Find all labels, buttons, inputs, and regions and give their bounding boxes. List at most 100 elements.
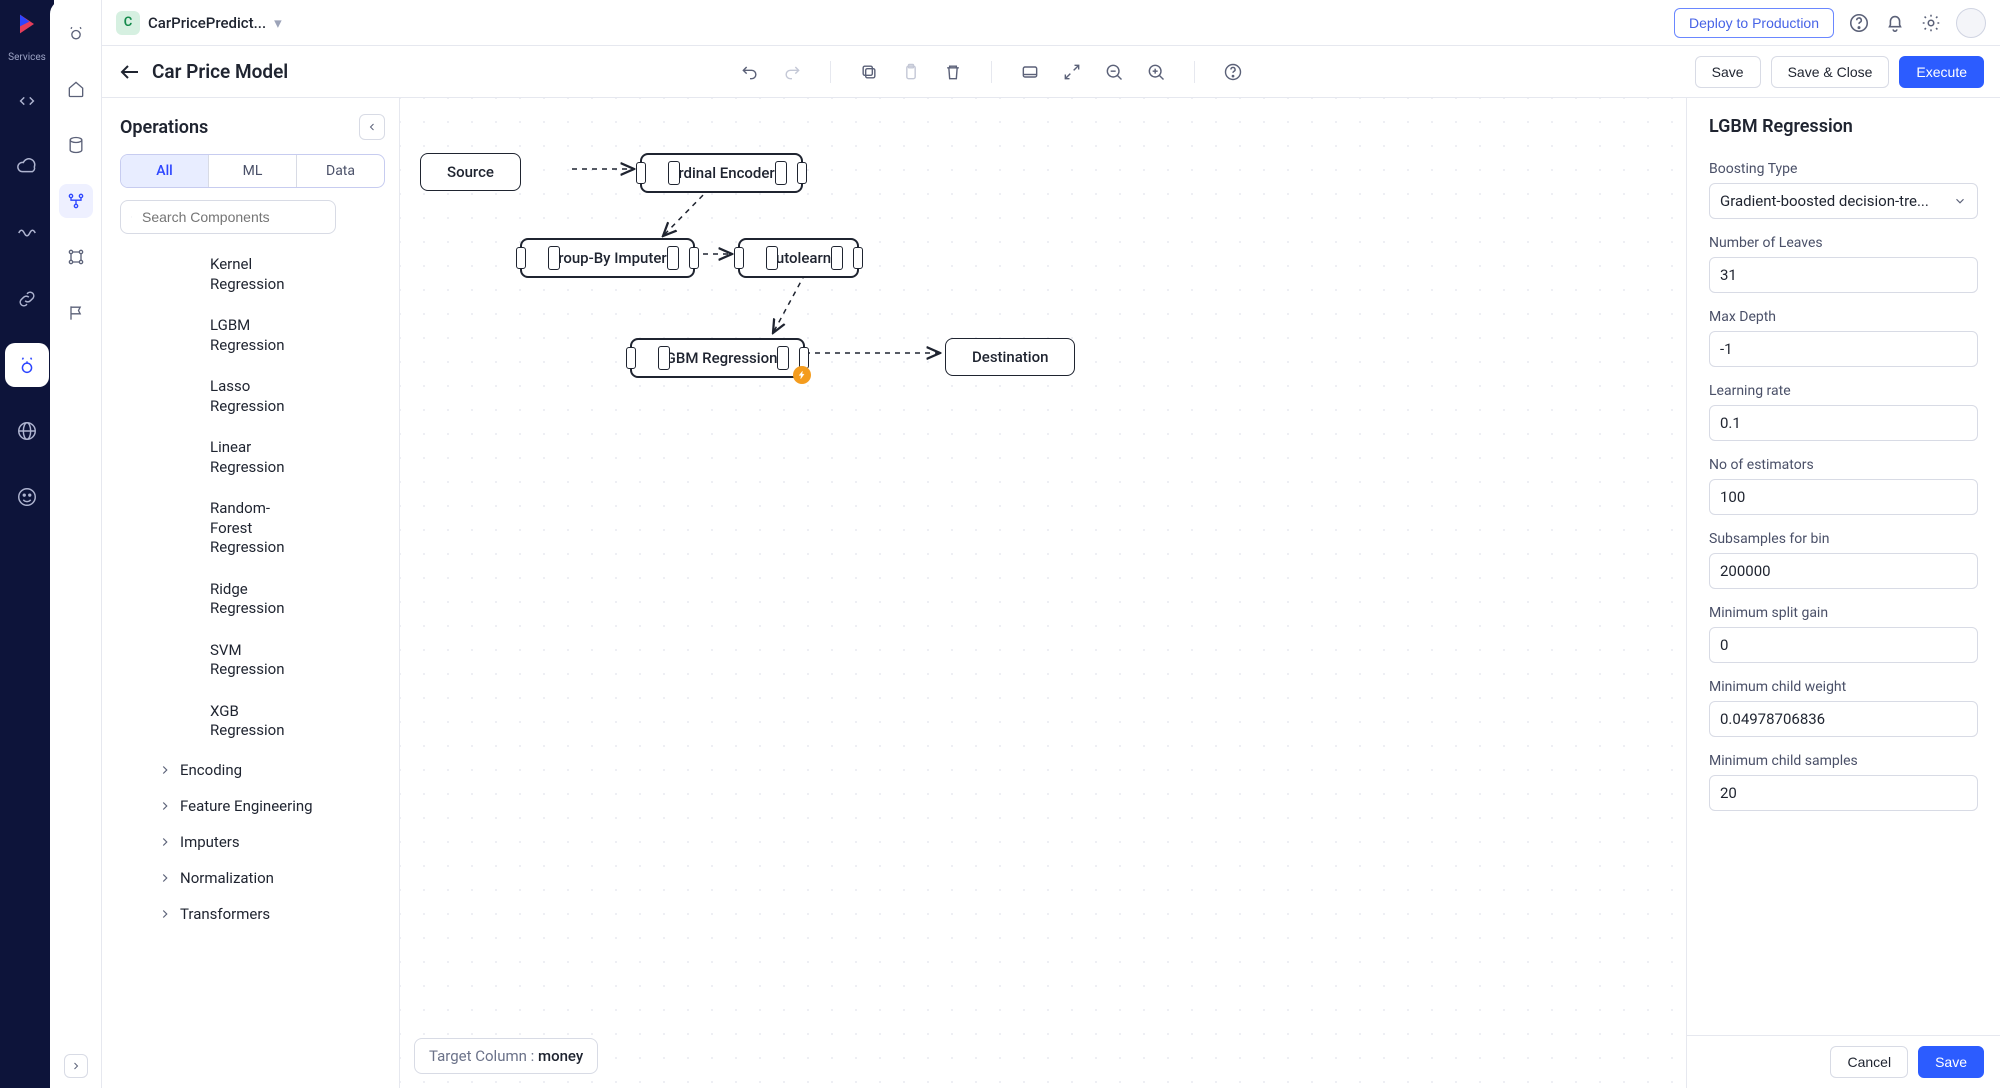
strip-item-flow[interactable]	[59, 184, 93, 218]
n-estimators-input[interactable]	[1709, 479, 1978, 515]
save-close-button[interactable]: Save & Close	[1771, 56, 1890, 88]
project-name: CarPricePredict...	[148, 14, 266, 32]
content-row: Operations All ML Data Kernel Regression…	[102, 98, 2000, 1088]
nav-rail: Services	[0, 0, 54, 1088]
min-split-gain-input[interactable]	[1709, 627, 1978, 663]
tab-all[interactable]: All	[121, 155, 208, 187]
ops-scroll[interactable]: Kernel Regression LGBM Regression Lasso …	[120, 244, 385, 1078]
rail-item-wave[interactable]	[5, 211, 49, 255]
settings-icon[interactable]	[1920, 12, 1942, 34]
rail-item-link[interactable]	[5, 277, 49, 321]
avatar[interactable]	[1956, 8, 1986, 38]
deploy-button[interactable]: Deploy to Production	[1674, 8, 1834, 38]
ops-segmented-tabs: All ML Data	[120, 154, 385, 188]
node-autolearn[interactable]: Autolearn	[738, 238, 859, 278]
strip-item-flag[interactable]	[59, 296, 93, 330]
trash-icon[interactable]	[943, 62, 963, 82]
strip-item-sparkle[interactable]	[59, 16, 93, 50]
zoom-out-icon[interactable]	[1104, 62, 1124, 82]
flow-canvas[interactable]: Source Ordinal Encoder Group-By Imputer …	[400, 98, 1686, 1088]
rail-item-cloud[interactable]	[5, 145, 49, 189]
learning-rate-input[interactable]	[1709, 405, 1978, 441]
node-groupby-imputer[interactable]: Group-By Imputer	[520, 238, 695, 278]
field-label: Number of Leaves	[1709, 235, 1978, 251]
field-label: Minimum child samples	[1709, 753, 1978, 769]
search-components[interactable]	[120, 200, 336, 234]
op-item[interactable]: LGBM Regression	[120, 305, 300, 366]
op-item[interactable]: Linear Regression	[120, 427, 300, 488]
app-logo[interactable]	[13, 10, 41, 38]
fit-icon[interactable]	[1020, 62, 1040, 82]
services-label: Services	[8, 52, 46, 63]
rail-item-code[interactable]	[5, 79, 49, 123]
boosting-type-select[interactable]: Gradient-boosted decision-tre...	[1709, 183, 1978, 219]
main-column: C CarPricePredict... ▾ Deploy to Product…	[102, 0, 2000, 1088]
properties-save-button[interactable]: Save	[1918, 1046, 1984, 1078]
op-item[interactable]: Ridge Regression	[120, 569, 300, 630]
op-item[interactable]: Random-Forest Regression	[120, 488, 300, 569]
target-column-chip: Target Column : money	[414, 1038, 598, 1074]
search-input[interactable]	[140, 208, 325, 226]
help-circle-icon[interactable]	[1223, 62, 1243, 82]
properties-cancel-button[interactable]: Cancel	[1830, 1046, 1908, 1078]
op-item[interactable]: SVM Regression	[120, 630, 300, 691]
chevron-right-icon	[158, 799, 172, 813]
op-item[interactable]: Lasso Regression	[120, 366, 300, 427]
execute-button[interactable]: Execute	[1899, 56, 1984, 88]
expand-strip-button[interactable]	[64, 1054, 88, 1078]
zoom-in-icon[interactable]	[1146, 62, 1166, 82]
rail-item-smile[interactable]	[5, 475, 49, 519]
tab-ml[interactable]: ML	[208, 155, 296, 187]
operations-panel: Operations All ML Data Kernel Regression…	[102, 98, 400, 1088]
topbar: C CarPricePredict... ▾ Deploy to Product…	[102, 0, 2000, 46]
tree-group[interactable]: Feature Engineering	[120, 788, 381, 824]
field-label: No of estimators	[1709, 457, 1978, 473]
min-child-samples-input[interactable]	[1709, 775, 1978, 811]
tab-data[interactable]: Data	[296, 155, 384, 187]
tree-group[interactable]: Normalization	[120, 860, 381, 896]
node-ordinal-encoder[interactable]: Ordinal Encoder	[640, 153, 803, 193]
save-button[interactable]: Save	[1695, 56, 1761, 88]
strip-item-home[interactable]	[59, 72, 93, 106]
field-label: Max Depth	[1709, 309, 1978, 325]
field-label: Minimum split gain	[1709, 605, 1978, 621]
op-item[interactable]: Kernel Regression	[120, 244, 300, 305]
rail-item-ml[interactable]	[5, 343, 49, 387]
field-label: Minimum child weight	[1709, 679, 1978, 695]
expand-icon[interactable]	[1062, 62, 1082, 82]
chevron-right-icon	[158, 763, 172, 777]
project-chip[interactable]: C CarPricePredict... ▾	[116, 11, 282, 35]
field-label: Subsamples for bin	[1709, 531, 1978, 547]
collapse-ops-button[interactable]	[359, 114, 385, 140]
op-item[interactable]: XGB Regression	[120, 691, 300, 752]
rail-item-globe[interactable]	[5, 409, 49, 453]
operations-title: Operations	[120, 117, 208, 138]
num-leaves-input[interactable]	[1709, 257, 1978, 293]
tree-group[interactable]: Imputers	[120, 824, 381, 860]
strip-item-nodes[interactable]	[59, 240, 93, 274]
lightning-badge-icon	[793, 366, 811, 384]
undo-icon[interactable]	[740, 62, 760, 82]
caret-down-icon: ▾	[274, 14, 282, 32]
tree-group[interactable]: Transformers	[120, 896, 381, 932]
chevron-right-icon	[158, 871, 172, 885]
clipboard-icon[interactable]	[901, 62, 921, 82]
properties-panel: LGBM Regression Boosting Type Gradient-b…	[1686, 98, 2000, 1088]
help-icon[interactable]	[1848, 12, 1870, 34]
subsamples-bin-input[interactable]	[1709, 553, 1978, 589]
max-depth-input[interactable]	[1709, 331, 1978, 367]
back-icon[interactable]	[118, 60, 142, 84]
redo-icon[interactable]	[782, 62, 802, 82]
project-badge: C	[116, 11, 140, 35]
strip-item-database[interactable]	[59, 128, 93, 162]
copy-icon[interactable]	[859, 62, 879, 82]
page-title: Car Price Model	[152, 60, 288, 83]
bell-icon[interactable]	[1884, 12, 1906, 34]
chevron-right-icon	[158, 835, 172, 849]
node-destination[interactable]: Destination	[945, 338, 1075, 376]
chevron-right-icon	[158, 907, 172, 921]
min-child-weight-input[interactable]	[1709, 701, 1978, 737]
node-lgbm-regression[interactable]: LGBM Regression	[630, 338, 805, 378]
tree-group[interactable]: Encoding	[120, 752, 381, 788]
node-source[interactable]: Source	[420, 153, 521, 191]
